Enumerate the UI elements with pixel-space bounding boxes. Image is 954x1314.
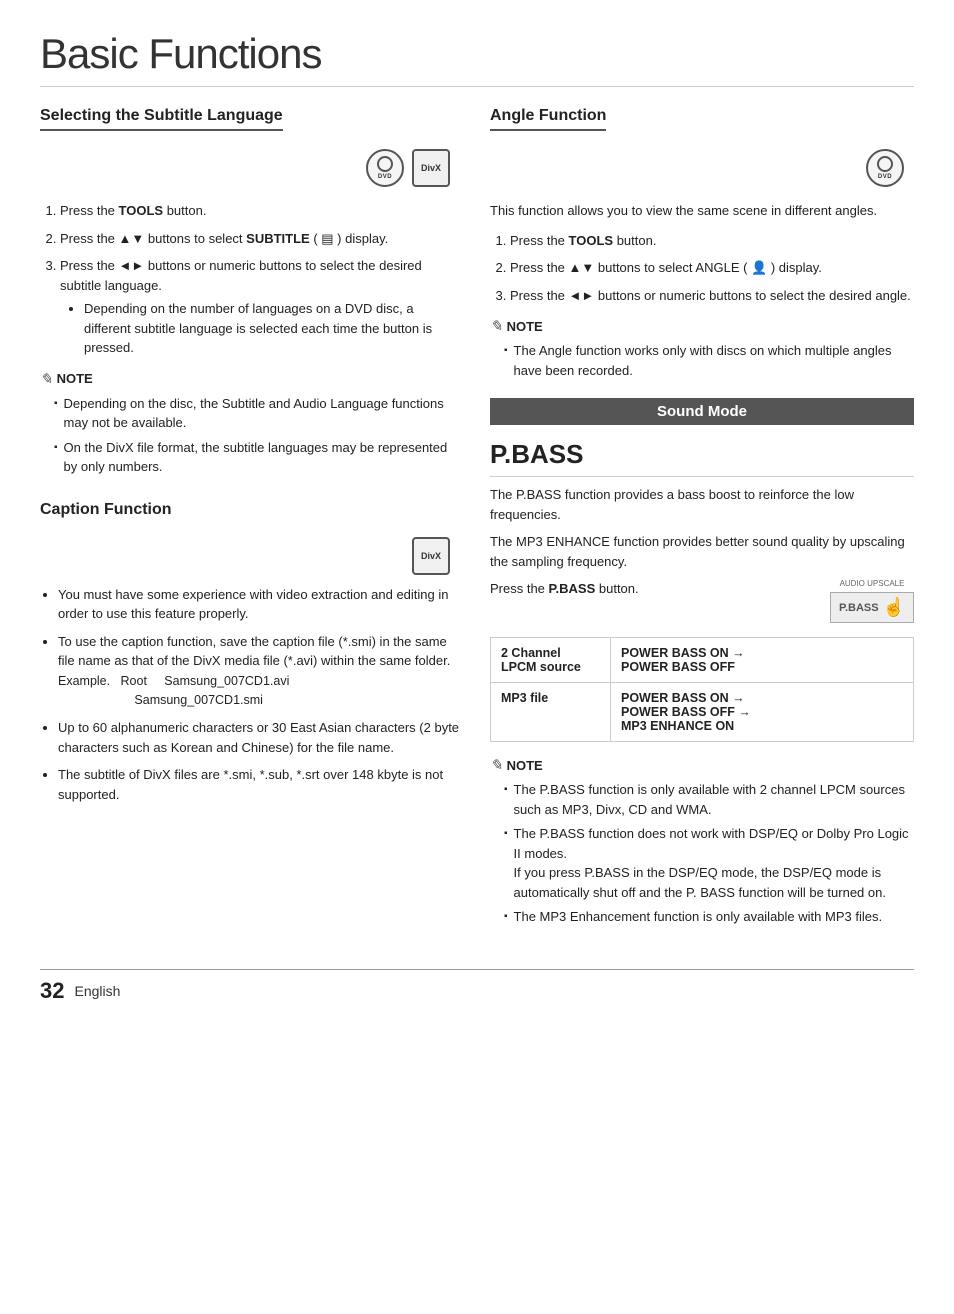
caption-icon-row: DivX — [40, 537, 460, 575]
caption-bullet-2: To use the caption function, save the ca… — [58, 632, 460, 711]
hand-icon: ☝ — [883, 597, 905, 618]
angle-note-1: The Angle function works only with discs… — [504, 341, 914, 380]
pbass-row-2: MP3 file POWER BASS ON → POWER BASS OFF … — [491, 683, 914, 742]
caption-bullet-3: Up to 60 alphanumeric characters or 30 E… — [58, 718, 460, 757]
pbass-note-2: The P.BASS function does not work with D… — [504, 824, 914, 902]
angle-steps: Press the TOOLS button. Press the ▲▼ but… — [490, 231, 914, 306]
angle-intro: This function allows you to view the sam… — [490, 201, 914, 221]
subtitle-note-items: Depending on the disc, the Subtitle and … — [40, 394, 460, 477]
caption-divx-icon: DivX — [412, 537, 450, 575]
right-column: Angle Function DVD This function allows … — [490, 107, 914, 939]
sound-mode-section: Sound Mode P.BASS The P.BASS function pr… — [490, 398, 914, 927]
page-language: English — [74, 983, 120, 999]
angle-step-3: Press the ◄► buttons or numeric buttons … — [510, 286, 914, 306]
dvd-icon: DVD — [366, 149, 404, 187]
subtitle-step-3-bullets: Depending on the number of languages on … — [60, 299, 460, 358]
subtitle-note-2: On the DivX file format, the subtitle la… — [54, 438, 460, 477]
pbass-row-2-source: MP3 file — [491, 683, 611, 742]
angle-note-title: ✎ NOTE — [490, 317, 914, 335]
subtitle-note-title: ✎ NOTE — [40, 370, 460, 388]
angle-step-2: Press the ▲▼ buttons to select ANGLE ( 👤… — [510, 258, 914, 278]
subtitle-steps: Press the TOOLS button. Press the ▲▼ but… — [40, 201, 460, 358]
page-title: Basic Functions — [40, 30, 914, 87]
page-footer: 32 English — [40, 969, 914, 1004]
pbass-title: P.BASS — [490, 439, 914, 477]
angle-note: ✎ NOTE The Angle function works only wit… — [490, 317, 914, 380]
pbass-button-image: AUDIO UPSCALE P.BASS ☝ — [830, 579, 914, 623]
pbass-note-3: The MP3 Enhancement function is only ava… — [504, 907, 914, 927]
subtitle-language-title: Selecting the Subtitle Language — [40, 107, 460, 135]
sound-mode-header: Sound Mode — [490, 398, 914, 425]
pbass-note-title: ✎ NOTE — [490, 756, 914, 774]
angle-title: Angle Function — [490, 107, 914, 135]
pbass-desc2: The MP3 ENHANCE function provides better… — [490, 532, 914, 571]
subtitle-step-3: Press the ◄► buttons or numeric buttons … — [60, 256, 460, 358]
subtitle-icon-row: DVD DivX — [40, 149, 460, 187]
pbass-note-1: The P.BASS function is only available wi… — [504, 780, 914, 819]
angle-function-section: Angle Function DVD This function allows … — [490, 107, 914, 380]
page-number: 32 — [40, 978, 64, 1004]
pbass-note: ✎ NOTE The P.BASS function is only avail… — [490, 756, 914, 927]
pbass-desc1: The P.BASS function provides a bass boos… — [490, 485, 914, 524]
caption-bullets: You must have some experience with video… — [40, 585, 460, 805]
pbass-row-1-source: 2 Channel LPCM source — [491, 638, 611, 683]
caption-bullet-1: You must have some experience with video… — [58, 585, 460, 624]
divx-icon: DivX — [412, 149, 450, 187]
caption-bullet-4: The subtitle of DivX files are *.smi, *.… — [58, 765, 460, 804]
pbass-row-1-modes: POWER BASS ON → POWER BASS OFF — [611, 638, 914, 683]
pbass-table: 2 Channel LPCM source POWER BASS ON → PO… — [490, 637, 914, 742]
pbass-row-2-modes: POWER BASS ON → POWER BASS OFF → MP3 ENH… — [611, 683, 914, 742]
press-row: Press the P.BASS button. AUDIO UPSCALE P… — [490, 579, 914, 623]
subtitle-bullet-1: Depending on the number of languages on … — [84, 299, 460, 358]
pbass-button-box: P.BASS ☝ — [830, 592, 914, 623]
subtitle-step-1: Press the TOOLS button. — [60, 201, 460, 221]
caption-section: Caption Function DivX You must have some… — [40, 501, 460, 805]
pbass-note-items: The P.BASS function is only available wi… — [490, 780, 914, 927]
subtitle-note-1: Depending on the disc, the Subtitle and … — [54, 394, 460, 433]
caption-title: Caption Function — [40, 501, 460, 523]
left-column: Selecting the Subtitle Language DVD DivX… — [40, 107, 460, 939]
press-text: Press the P.BASS button. — [490, 579, 639, 599]
subtitle-note: ✎ NOTE Depending on the disc, the Subtit… — [40, 370, 460, 477]
angle-dvd-icon: DVD — [866, 149, 904, 187]
pbass-row-1: 2 Channel LPCM source POWER BASS ON → PO… — [491, 638, 914, 683]
angle-icon-row: DVD — [490, 149, 914, 187]
angle-note-items: The Angle function works only with discs… — [490, 341, 914, 380]
subtitle-language-section: Selecting the Subtitle Language DVD DivX… — [40, 107, 460, 477]
caption-example: Example. Root Samsung_007CD1.avi Samsung… — [58, 674, 289, 708]
subtitle-step-2: Press the ▲▼ buttons to select SUBTITLE … — [60, 229, 460, 249]
angle-step-1: Press the TOOLS button. — [510, 231, 914, 251]
